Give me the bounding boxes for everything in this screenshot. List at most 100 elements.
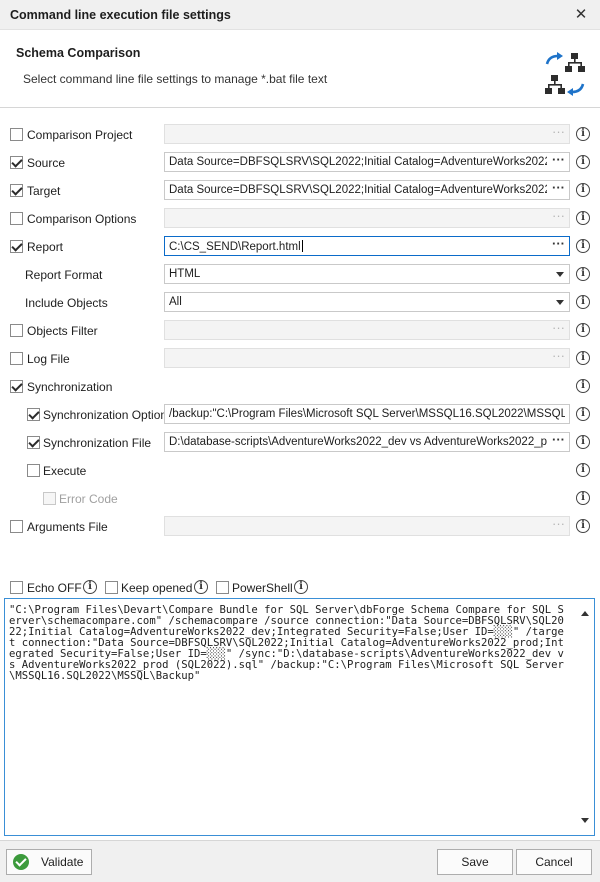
info-icon[interactable]: i [576,211,590,225]
row-objects-filter: Objects Filter ··· i [0,320,600,342]
synchronization-checkbox[interactable] [10,380,23,393]
row-synchronization: Synchronization i [0,376,600,398]
header-title: Schema Comparison [16,46,141,60]
target-field[interactable]: Data Source=DBFSQLSRV\SQL2022;Initial Ca… [164,180,570,200]
info-icon[interactable]: i [576,519,590,533]
dialog-footer: Validate Save Cancel [0,840,600,882]
row-include-objects: Include Objects All i [0,292,600,314]
synchronization-label: Synchronization [27,380,113,394]
include-objects-select[interactable]: All [164,292,570,312]
browse-icon[interactable]: ··· [552,349,565,363]
close-icon[interactable]: ✕ [570,4,592,26]
log-file-label: Log File [27,352,70,366]
echo-off-label: Echo OFF [27,581,82,595]
log-file-checkbox[interactable] [10,352,23,365]
info-icon[interactable]: i [576,267,590,281]
comparison-options-checkbox[interactable] [10,212,23,225]
info-icon[interactable]: i [194,580,208,594]
sync-file-field[interactable]: D:\database-scripts\AdventureWorks2022_d… [164,432,570,452]
powershell-checkbox[interactable] [216,581,229,594]
sync-file-checkbox[interactable] [27,436,40,449]
browse-icon[interactable]: ··· [552,209,565,223]
info-icon[interactable]: i [576,435,590,449]
objects-filter-label: Objects Filter [27,324,98,338]
scroll-up-icon[interactable] [581,611,589,616]
info-icon[interactable]: i [576,379,590,393]
info-icon[interactable]: i [576,295,590,309]
row-target: Target Data Source=DBFSQLSRV\SQL2022;Ini… [0,180,600,202]
source-checkbox[interactable] [10,156,23,169]
error-code-checkbox[interactable] [43,492,56,505]
sync-options-checkbox[interactable] [27,408,40,421]
comparison-options-field[interactable]: ··· [164,208,570,228]
include-objects-value: All [169,296,182,308]
info-icon[interactable]: i [576,155,590,169]
source-field[interactable]: Data Source=DBFSQLSRV\SQL2022;Initial Ca… [164,152,570,172]
row-comparison-project: Comparison Project ··· i [0,124,600,146]
scroll-down-icon[interactable] [581,818,589,823]
target-checkbox[interactable] [10,184,23,197]
chevron-down-icon[interactable] [556,300,564,305]
browse-icon[interactable]: ··· [552,517,565,531]
info-icon[interactable]: i [576,407,590,421]
browse-icon[interactable]: ··· [552,153,565,167]
browse-icon[interactable]: ··· [552,125,565,139]
text-cursor [301,240,303,252]
title-bar: Command line execution file settings ✕ [0,0,600,30]
info-icon[interactable]: i [576,239,590,253]
validate-button[interactable]: Validate [6,849,92,875]
sync-file-label: Synchronization File [43,436,152,450]
row-arguments-file: Arguments File ··· i [0,516,600,538]
report-label: Report [27,240,64,254]
comparison-project-label: Comparison Project [27,128,133,142]
save-label: Save [461,855,489,869]
log-file-field[interactable]: ··· [164,348,570,368]
objects-filter-field[interactable]: ··· [164,320,570,340]
check-circle-icon [13,854,29,870]
row-sync-options: Synchronization Options /backup:"C:\Prog… [0,404,600,426]
browse-icon[interactable]: ··· [552,433,565,447]
comparison-project-checkbox[interactable] [10,128,23,141]
info-icon[interactable]: i [576,323,590,337]
chevron-down-icon[interactable] [556,272,564,277]
arguments-file-field[interactable]: ··· [164,516,570,536]
info-icon[interactable]: i [576,127,590,141]
report-format-value: HTML [169,268,201,280]
keep-opened-label: Keep opened [121,581,193,595]
keep-opened-checkbox[interactable] [105,581,118,594]
validate-label: Validate [41,855,84,869]
comparison-project-field[interactable]: ··· [164,124,570,144]
report-path-value: C:\CS_SEND\Report.html [169,241,301,253]
execute-label: Execute [43,464,87,478]
sync-file-value: D:\database-scripts\AdventureWorks2022_d… [169,436,547,448]
report-format-select[interactable]: HTML [164,264,570,284]
execute-checkbox[interactable] [27,464,40,477]
vertical-scrollbar[interactable] [576,599,594,835]
browse-icon[interactable]: ··· [552,321,565,335]
source-label: Source [27,156,66,170]
save-button[interactable]: Save [437,849,513,875]
browse-icon[interactable]: ··· [552,181,565,195]
info-icon[interactable]: i [83,580,97,594]
echo-off-checkbox[interactable] [10,581,23,594]
info-icon[interactable]: i [576,183,590,197]
info-icon[interactable]: i [576,463,590,477]
row-execute: Execute i [0,460,600,482]
powershell-label: PowerShell [232,581,293,595]
arguments-file-checkbox[interactable] [10,520,23,533]
info-icon[interactable]: i [294,580,308,594]
objects-filter-checkbox[interactable] [10,324,23,337]
sync-options-field[interactable]: /backup:"C:\Program Files\Microsoft SQL … [164,404,570,424]
info-icon[interactable]: i [576,351,590,365]
row-source: Source Data Source=DBFSQLSRV\SQL2022;Ini… [0,152,600,174]
row-comparison-options: Comparison Options ··· i [0,208,600,230]
browse-icon[interactable]: ··· [552,237,565,251]
error-code-label: Error Code [59,492,118,506]
command-text-area[interactable]: "C:\Program Files\Devart\Compare Bundle … [4,598,595,836]
target-label: Target [27,184,61,198]
target-value: Data Source=DBFSQLSRV\SQL2022;Initial Ca… [169,184,547,196]
info-icon[interactable]: i [576,491,590,505]
report-checkbox[interactable] [10,240,23,253]
cancel-button[interactable]: Cancel [516,849,592,875]
report-path-input[interactable]: C:\CS_SEND\Report.html ··· [164,236,570,256]
